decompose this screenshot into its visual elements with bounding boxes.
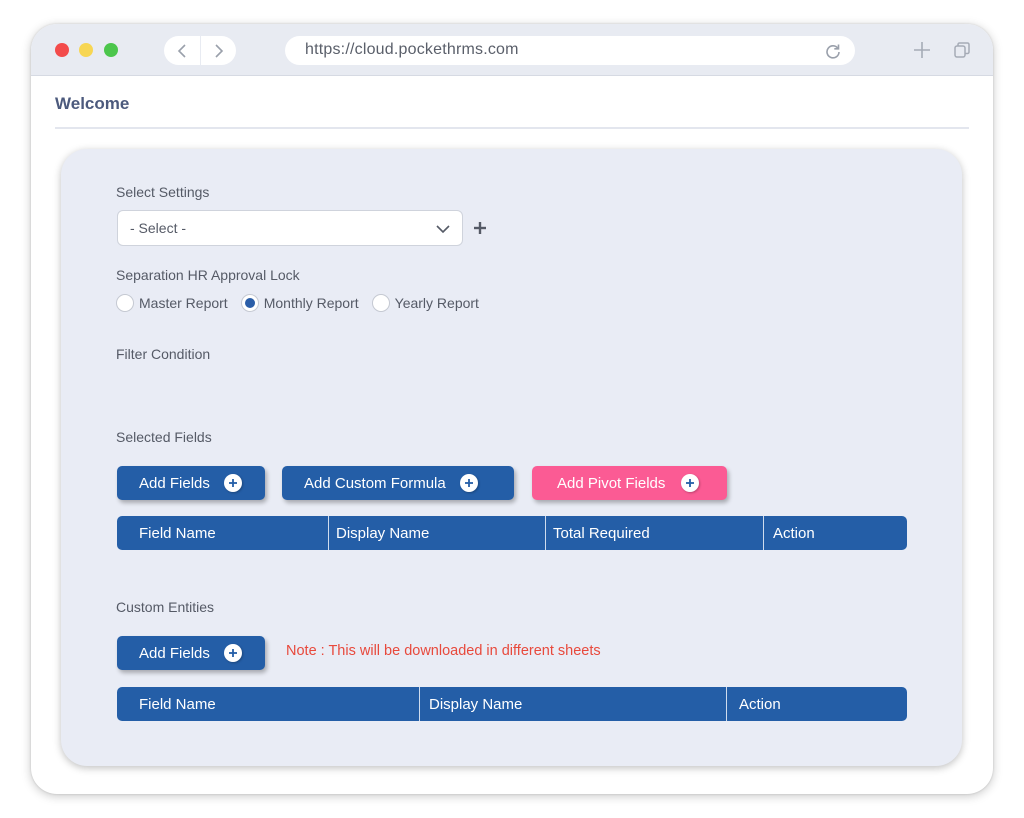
custom-entities-table-header: Field Name Display Name Action — [117, 687, 907, 721]
radio-label: Monthly Report — [263, 295, 359, 311]
radio-yearly-report[interactable]: Yearly Report — [371, 294, 479, 312]
column-header-total-required[interactable]: Total Required — [546, 516, 764, 550]
button-label: Add Fields — [139, 644, 210, 662]
add-custom-formula-button[interactable]: Add Custom Formula — [282, 466, 514, 500]
radio-button[interactable] — [116, 294, 134, 312]
plus-circle-icon — [681, 474, 700, 492]
custom-entities-add-fields-button[interactable]: Add Fields — [117, 636, 265, 670]
forward-button[interactable] — [200, 36, 236, 65]
filter-condition-label: Filter Condition — [116, 346, 211, 362]
approval-lock-label: Separation HR Approval Lock — [116, 267, 300, 283]
address-bar[interactable]: https://cloud.pockethrms.com — [285, 36, 855, 65]
reload-icon[interactable] — [825, 43, 841, 59]
column-header-action[interactable]: Action — [727, 687, 907, 721]
browser-window: https://cloud.pockethrms.com Welcome Sel… — [31, 24, 993, 794]
radio-monthly-report[interactable]: Monthly Report — [240, 294, 359, 312]
plus-circle-icon — [223, 644, 242, 662]
plus-circle-icon — [223, 474, 242, 492]
column-header-action[interactable]: Action — [764, 516, 907, 550]
radio-label: Yearly Report — [394, 295, 479, 311]
chevron-right-icon — [214, 43, 223, 58]
browser-titlebar: https://cloud.pockethrms.com — [31, 24, 993, 76]
selected-fields-table-header: Field Name Display Name Total Required A… — [117, 516, 907, 550]
url-text[interactable]: https://cloud.pockethrms.com — [305, 41, 519, 59]
maximize-window-button[interactable] — [104, 43, 118, 57]
add-setting-plus-icon[interactable] — [473, 221, 487, 235]
select-settings-value: - Select - — [130, 220, 187, 236]
plus-circle-icon — [459, 474, 478, 492]
column-header-field-name[interactable]: Field Name — [117, 687, 420, 721]
button-label: Add Fields — [139, 474, 210, 492]
column-header-display-name[interactable]: Display Name — [329, 516, 546, 550]
back-button[interactable] — [164, 36, 200, 65]
nav-buttons — [164, 36, 236, 65]
report-type-radio-group: Master Report Monthly Report Yearly Repo… — [116, 294, 492, 312]
select-settings-dropdown[interactable]: - Select - — [117, 210, 463, 246]
radio-button-checked[interactable] — [240, 294, 259, 312]
download-note: Note : This will be downloaded in differ… — [286, 643, 601, 659]
add-pivot-fields-button[interactable]: Add Pivot Fields — [532, 466, 727, 500]
chevron-down-icon — [436, 225, 450, 234]
close-window-button[interactable] — [55, 43, 69, 57]
new-tab-plus-icon[interactable] — [913, 41, 931, 59]
selected-fields-label: Selected Fields — [116, 429, 212, 445]
button-label: Add Custom Formula — [304, 474, 446, 492]
chevron-left-icon — [177, 43, 186, 58]
radio-master-report[interactable]: Master Report — [116, 294, 228, 312]
title-divider — [55, 127, 969, 129]
column-header-display-name[interactable]: Display Name — [420, 687, 727, 721]
select-settings-label: Select Settings — [116, 184, 210, 200]
column-header-field-name[interactable]: Field Name — [117, 516, 329, 550]
report-settings-card: Select Settings - Select - Separation HR… — [61, 149, 962, 766]
tabs-icon[interactable] — [953, 41, 971, 59]
minimize-window-button[interactable] — [79, 43, 93, 57]
add-fields-button[interactable]: Add Fields — [117, 466, 265, 500]
custom-entities-label: Custom Entities — [116, 599, 215, 615]
radio-label: Master Report — [139, 295, 228, 311]
radio-button[interactable] — [371, 294, 390, 312]
button-label: Add Pivot Fields — [557, 474, 666, 492]
page-title: Welcome — [55, 94, 130, 113]
